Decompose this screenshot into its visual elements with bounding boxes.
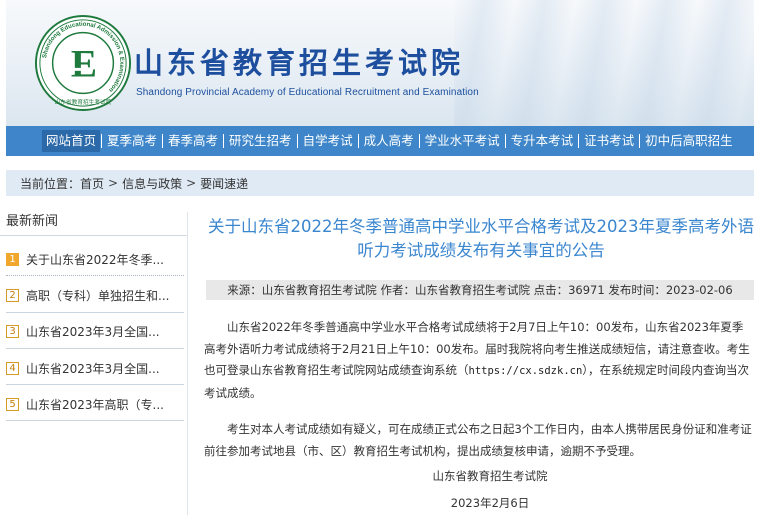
rank-badge: 3 [6,324,19,338]
divider [6,275,184,276]
nav-item-vocational-enrollment[interactable]: 初中后高职招生 [641,130,737,152]
signature-org: 山东省教育招生考试院 [432,469,548,483]
site-title[interactable]: 山东省教育招生考试院 [134,40,464,82]
nav-item-spring-exam[interactable]: 春季高考 [164,130,222,152]
breadcrumb-home[interactable]: 首页 [80,175,104,192]
nav-item-academic-level-exam[interactable]: 学业水平考试 [421,130,504,152]
rank-badge: 4 [6,361,19,375]
breadcrumb-separator: > [108,176,119,190]
nav-item-adult-exam[interactable]: 成人高考 [360,130,418,152]
sidebar-title: 最新新闻 [0,208,187,236]
news-title[interactable]: 山东省2023年3月全国... [26,323,160,340]
sidebar-news-item[interactable]: 3 山东省2023年3月全国... [6,321,184,341]
nav-item-certificate-exam[interactable]: 证书考试 [580,130,638,152]
nav-item-upgrade-exam[interactable]: 专升本考试 [507,130,578,152]
divider [6,312,184,313]
nav-item-self-study-exam[interactable]: 自学考试 [299,130,357,152]
breadcrumb-separator: > [186,176,197,190]
nav-separator [639,134,641,148]
signature-date: 2023年2月6日 [450,496,530,510]
news-title[interactable]: 高职（专科）单独招生和... [26,287,169,304]
latest-news-sidebar: 最新新闻 1 关于山东省2022年冬季... 2 高职（专科）单独招生和... … [0,208,187,515]
nav-item-graduate-exam[interactable]: 研究生招考 [225,130,296,152]
main-nav: 网站首页 夏季高考 春季高考 研究生招考 自学考试 成人高考 学业水平考试 专升… [6,126,754,156]
nav-separator [101,134,103,148]
breadcrumb-prefix: 当前位置： [20,176,81,191]
header-decoration [454,0,754,126]
nav-separator [223,134,225,148]
nav-separator [418,134,420,148]
divider [6,420,184,421]
breadcrumb-info-policy[interactable]: 信息与政策 [122,175,182,192]
sidebar-news-item[interactable]: 2 高职（专科）单独招生和... [6,285,184,305]
article-paragraph: 考生对本人考试成绩如有疑义，可在成绩正式公布之日起3个工作日内，由本人携带居民身… [204,422,752,458]
news-title[interactable]: 关于山东省2022年冬季... [26,251,164,268]
nav-separator [357,134,359,148]
score-query-link[interactable]: https://cx.sdzk.cn [469,365,583,377]
nav-separator [296,134,298,148]
sidebar-news-item[interactable]: 1 关于山东省2022年冬季... [6,249,184,269]
page: Shandong Educational Admission & Examina… [0,0,760,515]
news-title[interactable]: 山东省2023年3月全国... [26,360,160,377]
rank-badge: 5 [6,397,19,411]
nav-item-summer-exam[interactable]: 夏季高考 [103,130,161,152]
site-logo-icon[interactable]: Shandong Educational Admission & Examina… [34,14,132,112]
divider [6,348,184,349]
article-meta: 来源：山东省教育招生考试院 作者：山东省教育招生考试院 点击：36971 发布时… [206,280,754,300]
nav-separator [162,134,164,148]
article-title: 关于山东省2022年冬季普通高中学业水平合格考试及2023年夏季高考外语听力考试… [208,217,754,260]
rank-badge: 2 [6,288,19,302]
nav-separator [504,134,506,148]
rank-badge: 1 [6,252,19,266]
nav-separator [578,134,580,148]
divider [6,384,184,385]
sidebar-news-item[interactable]: 5 山东省2023年高职（专... [6,394,184,414]
column-divider [187,212,188,515]
news-title[interactable]: 山东省2023年高职（专... [26,396,164,413]
article-paragraph: 山东省2022年冬季普通高中学业水平合格考试成绩将于2月7日上午10：00发布，… [204,317,754,404]
logo-bottom-text: 山东省教育招生考试院 [55,98,112,106]
logo-letter: E [71,43,97,86]
nav-item-home[interactable]: 网站首页 [42,130,101,152]
sidebar-news-item[interactable]: 4 山东省2023年3月全国... [6,358,184,378]
breadcrumb-news[interactable]: 要闻速递 [200,175,248,192]
breadcrumb: 当前位置： 首页 > 信息与政策 > 要闻速递 [6,170,754,196]
site-header: Shandong Educational Admission & Examina… [6,0,754,126]
site-subtitle: Shandong Provincial Academy of Education… [136,87,479,98]
